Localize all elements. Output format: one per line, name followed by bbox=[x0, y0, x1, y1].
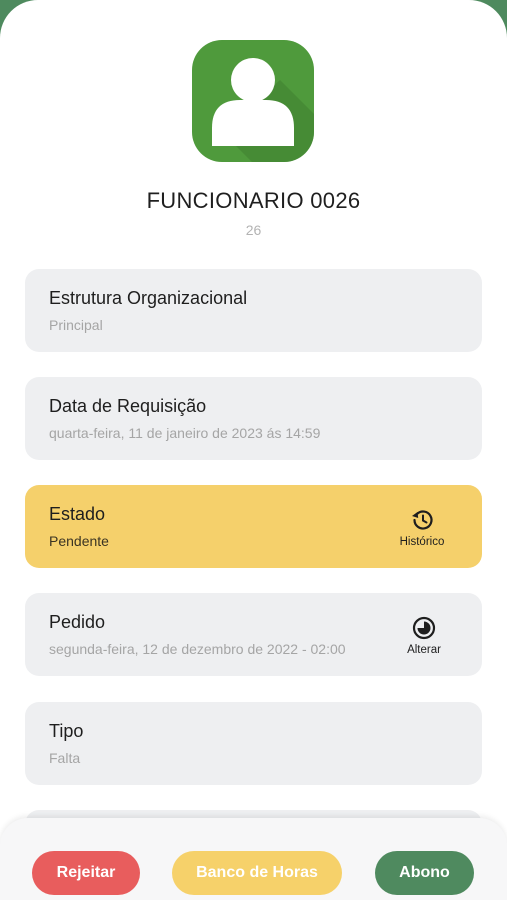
change-button[interactable]: Alterar bbox=[394, 615, 454, 656]
reject-button[interactable]: Rejeitar bbox=[32, 851, 140, 895]
request-date-title: Data de Requisição bbox=[49, 396, 207, 416]
structure-card: Estrutura Organizacional Principal bbox=[25, 269, 482, 352]
history-label: Histórico bbox=[399, 536, 445, 548]
order-title: Pedido bbox=[49, 612, 106, 632]
hour-bank-button[interactable]: Banco de Horas bbox=[172, 851, 342, 895]
structure-value: Principal bbox=[49, 317, 103, 333]
type-value: Falta bbox=[49, 750, 81, 766]
clock-icon bbox=[412, 616, 436, 640]
order-value: segunda-feira, 12 de dezembro de 2022 - … bbox=[49, 641, 346, 657]
employee-code: 26 bbox=[245, 222, 262, 238]
structure-title: Estrutura Organizacional bbox=[49, 288, 248, 308]
request-date-value: quarta-feira, 11 de janeiro de 2023 ás 1… bbox=[49, 425, 321, 441]
action-bar: Rejeitar Banco de Horas Abono bbox=[0, 818, 507, 900]
order-card: Pedido segunda-feira, 12 de dezembro de … bbox=[25, 593, 482, 676]
type-card: Tipo Falta bbox=[25, 702, 482, 785]
type-title: Tipo bbox=[49, 721, 84, 741]
change-label: Alterar bbox=[407, 644, 441, 656]
employee-name: FUNCIONARIO 0026 bbox=[146, 188, 361, 213]
state-card: Estado Pendente Histórico bbox=[25, 485, 482, 568]
state-title: Estado bbox=[49, 504, 106, 524]
state-value: Pendente bbox=[49, 533, 109, 549]
history-button[interactable]: Histórico bbox=[392, 507, 452, 548]
abono-button[interactable]: Abono bbox=[375, 851, 474, 895]
detail-sheet: FUNCIONARIO 0026 26 Estrutura Organizaci… bbox=[0, 0, 507, 900]
history-icon bbox=[412, 510, 433, 530]
user-avatar-icon bbox=[192, 40, 314, 162]
request-date-card: Data de Requisição quarta-feira, 11 de j… bbox=[25, 377, 482, 460]
